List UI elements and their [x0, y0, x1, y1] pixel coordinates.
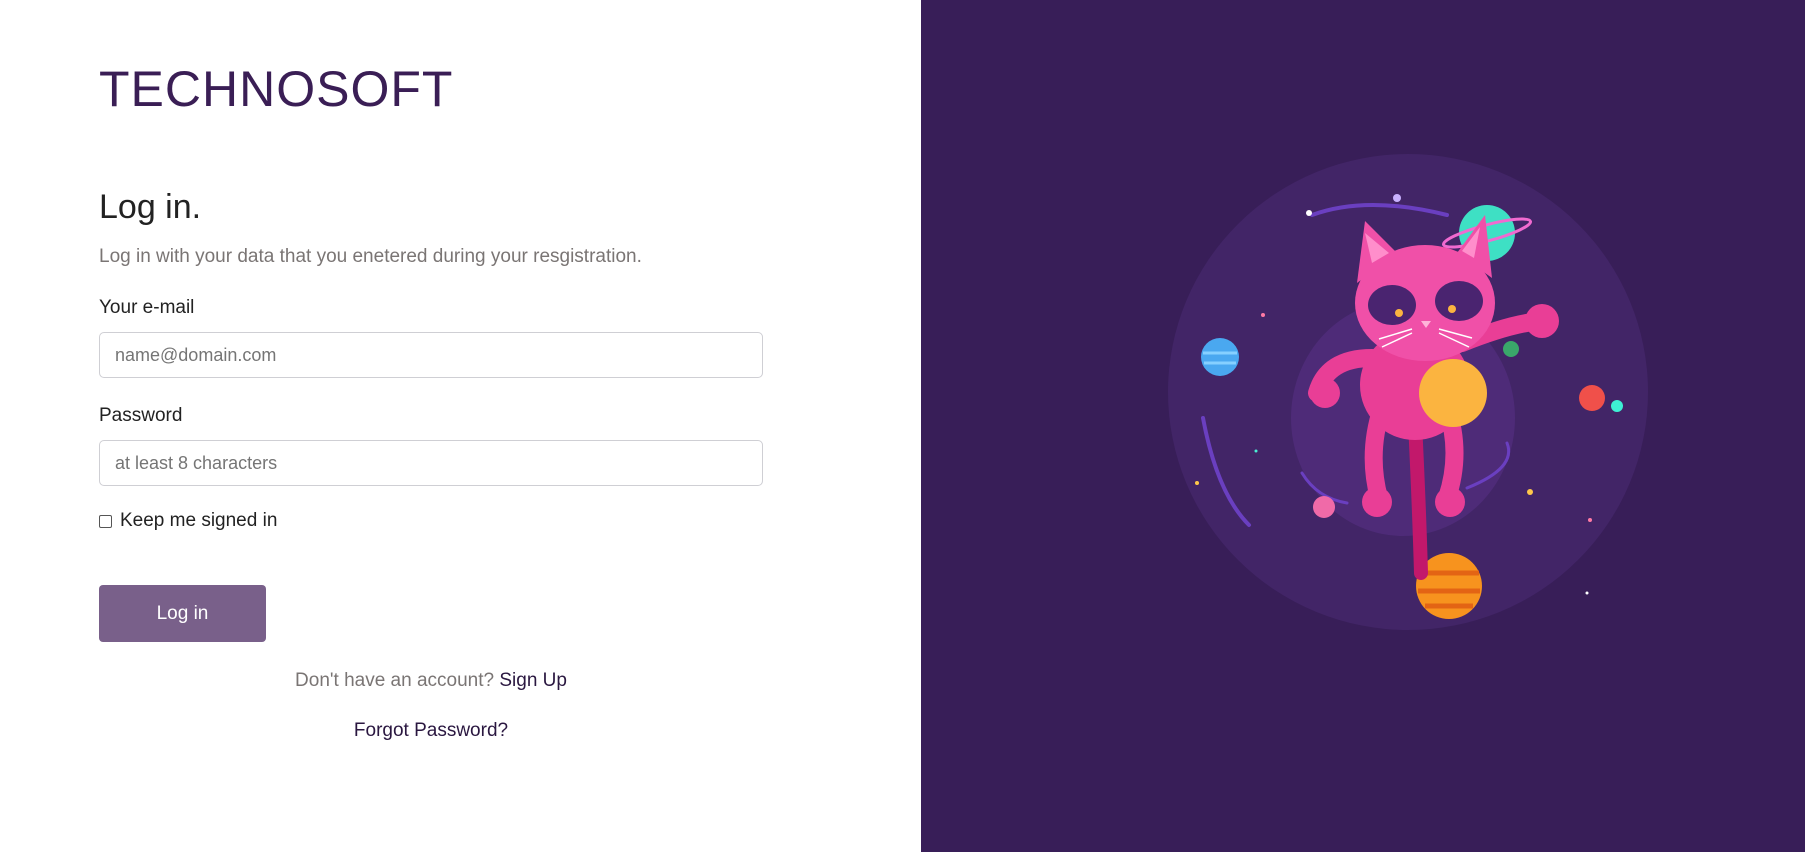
- password-label: Password: [99, 405, 183, 426]
- page-title: Log in.: [99, 188, 202, 226]
- login-panel: TECHNOSOFT Log in. Log in with your data…: [0, 0, 921, 852]
- signup-prompt: Don't have an account? Sign Up: [99, 670, 763, 692]
- forgot-password-link[interactable]: Forgot Password?: [99, 720, 763, 742]
- keep-signed-in-label: Keep me signed in: [120, 510, 278, 531]
- page-subtitle: Log in with your data that you enetered …: [99, 246, 642, 267]
- signup-link[interactable]: Sign Up: [499, 670, 567, 691]
- email-field[interactable]: [99, 332, 763, 378]
- keep-signed-in-row[interactable]: Keep me signed in: [99, 510, 277, 532]
- login-button[interactable]: Log in: [99, 585, 266, 642]
- email-label: Your e-mail: [99, 297, 195, 318]
- password-field[interactable]: [99, 440, 763, 486]
- keep-signed-in-checkbox[interactable]: [99, 514, 112, 528]
- brand-logo: TECHNOSOFT: [99, 61, 454, 117]
- no-account-text: Don't have an account?: [295, 670, 495, 691]
- space-cat-icon: [1168, 154, 1648, 630]
